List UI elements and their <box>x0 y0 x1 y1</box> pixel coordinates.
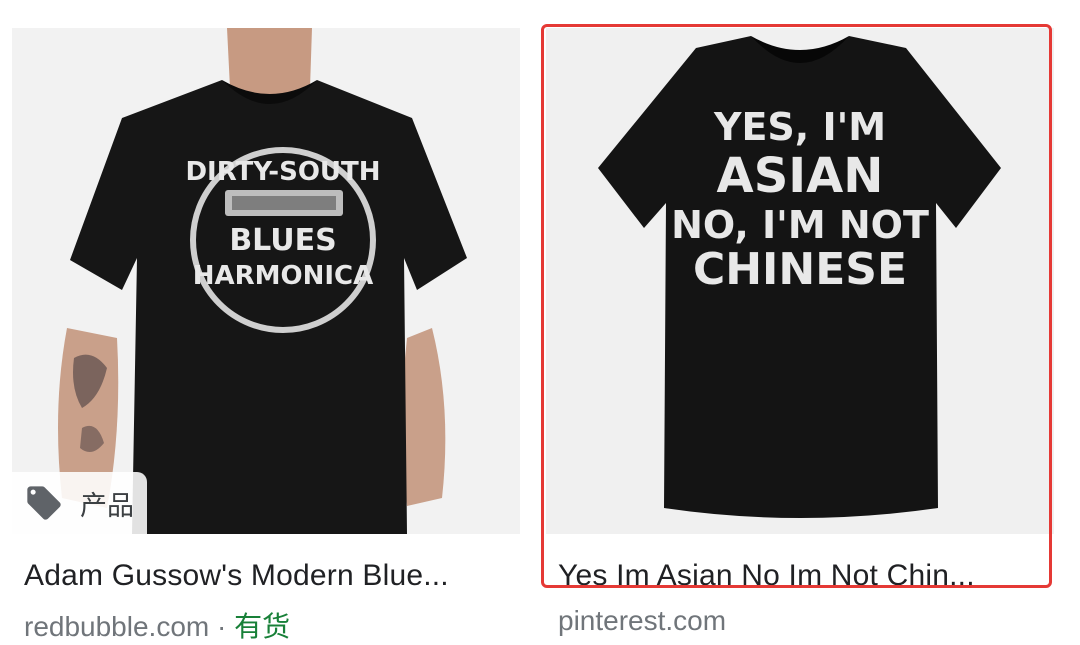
print-line-3: NO, I'M NOT <box>671 203 929 247</box>
print-line-3: HARMONICA <box>193 261 374 291</box>
result-thumbnail[interactable]: YES, I'M ASIAN NO, I'M NOT CHINESE <box>546 28 1054 534</box>
tag-icon <box>27 486 61 520</box>
tshirt-photo: DIRTY-SOUTH BLUES HARMONICA <box>12 28 520 534</box>
result-card-pinterest[interactable]: YES, I'M ASIAN NO, I'M NOT CHINESE Yes I… <box>546 28 1054 637</box>
result-source-line: redbubble.com · 有货 <box>12 605 520 645</box>
tshirt-photo: YES, I'M ASIAN NO, I'M NOT CHINESE <box>546 28 1054 534</box>
availability-label: 有货 <box>234 611 291 642</box>
source-domain: pinterest.com <box>558 605 727 636</box>
badge-label: 产品 <box>80 490 134 522</box>
print-line-2: ASIAN <box>717 148 884 204</box>
result-title[interactable]: Adam Gussow's Modern Blue... <box>12 559 504 593</box>
print-line-2: BLUES <box>229 223 336 258</box>
print-line-4: CHINESE <box>693 244 907 295</box>
source-separator: · <box>209 611 235 642</box>
print-line-1: YES, I'M <box>713 105 886 149</box>
print-line-1: DIRTY-SOUTH <box>185 157 380 187</box>
source-domain: redbubble.com <box>24 611 210 642</box>
product-badge: 产品 <box>12 472 147 534</box>
result-card-redbubble[interactable]: DIRTY-SOUTH BLUES HARMONICA 产品 Adam Guss… <box>12 28 520 645</box>
result-thumbnail[interactable]: DIRTY-SOUTH BLUES HARMONICA 产品 <box>12 28 520 534</box>
result-title[interactable]: Yes Im Asian No Im Not Chin... <box>546 559 1038 593</box>
result-source-line: pinterest.com <box>546 605 1054 637</box>
